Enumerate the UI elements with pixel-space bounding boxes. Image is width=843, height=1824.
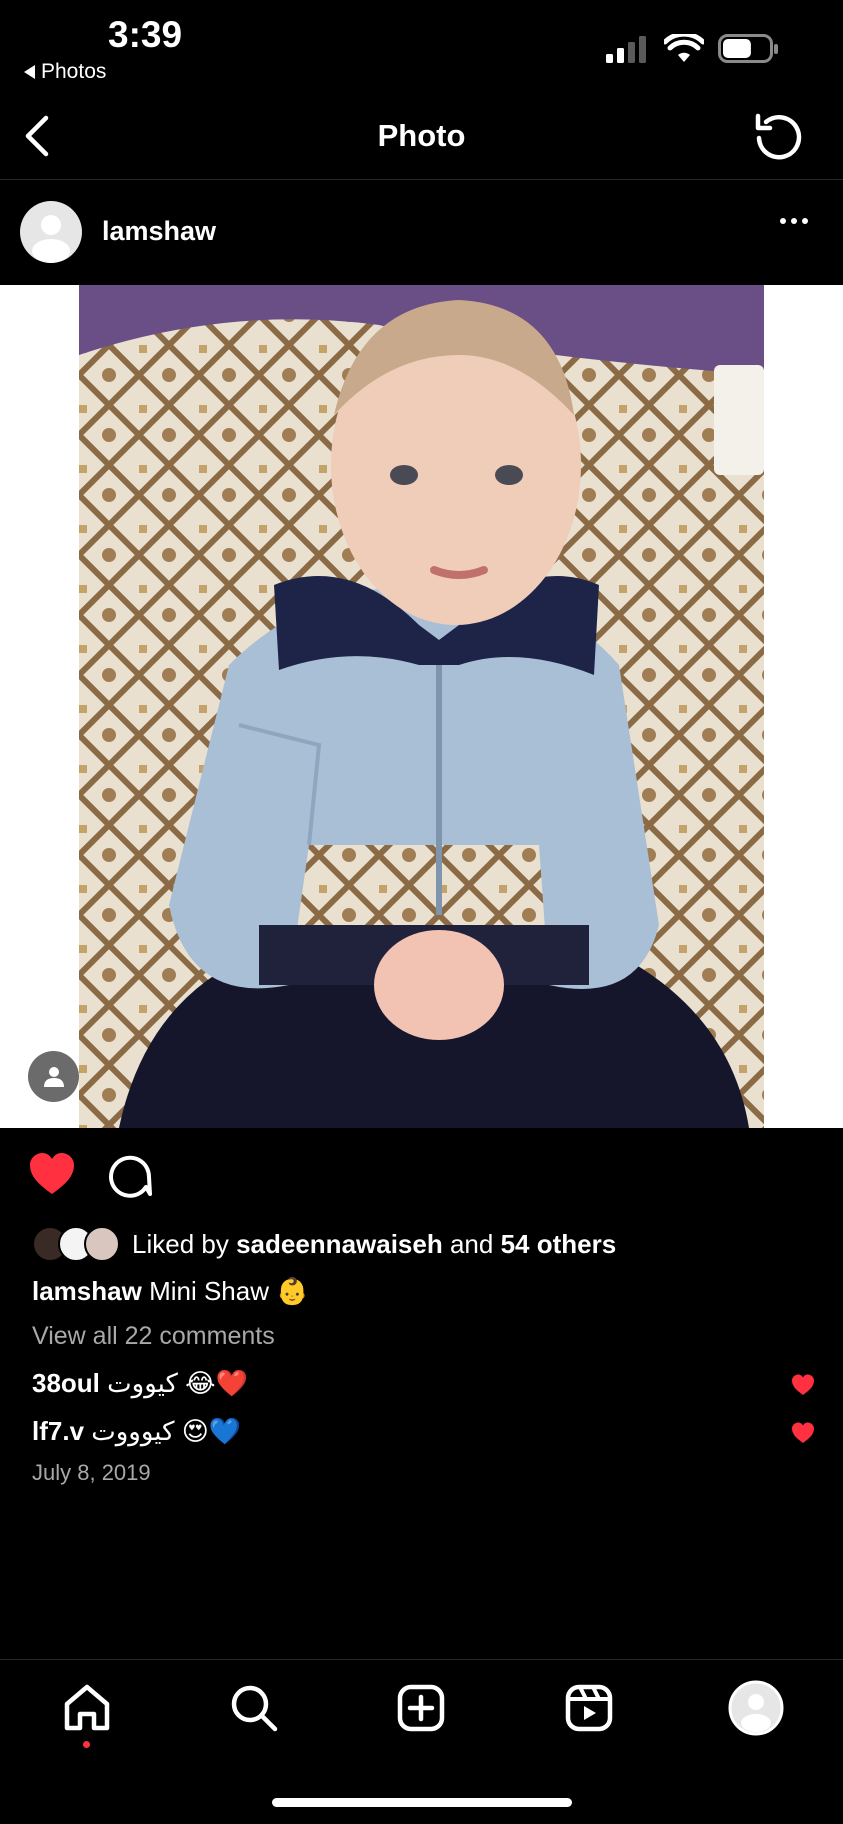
reels-icon[interactable]: [561, 1680, 617, 1736]
likes-others[interactable]: 54 others: [501, 1229, 617, 1259]
post-username[interactable]: lamshaw: [102, 216, 216, 247]
comment-username[interactable]: 38oul: [32, 1368, 100, 1398]
liker-avatar: [84, 1226, 120, 1262]
page-title: Photo: [377, 118, 466, 153]
search-icon[interactable]: [226, 1680, 282, 1736]
baby-photo-image: [79, 285, 764, 1128]
comment-row: 38oul كيووت 😂❤️: [32, 1368, 248, 1399]
likes-text: Liked by sadeennawaiseh and 54 others: [132, 1229, 616, 1260]
heart-icon[interactable]: [28, 1152, 76, 1196]
signal-icon: [606, 36, 646, 63]
comment-text: كيوووت 😍💙: [91, 1416, 242, 1446]
avatar[interactable]: [20, 201, 82, 263]
home-indicator: [272, 1798, 572, 1807]
search-glyph: [231, 1685, 278, 1732]
comment-username[interactable]: lf7.v: [32, 1416, 84, 1446]
battery-icon: [718, 34, 778, 63]
back-triangle-icon: [24, 65, 35, 79]
back-app-label: Photos: [41, 60, 107, 83]
likes-row[interactable]: Liked by sadeennawaiseh and 54 others: [32, 1226, 616, 1262]
comment-heart-icon[interactable]: [791, 1422, 815, 1444]
back-to-app-link[interactable]: Photos: [24, 60, 106, 84]
refresh-icon[interactable]: [752, 110, 804, 162]
header-divider: [0, 179, 843, 180]
user-tag-icon[interactable]: [28, 1051, 79, 1102]
default-avatar-icon: [32, 215, 70, 263]
comment-heart-icon[interactable]: [791, 1374, 815, 1396]
view-all-comments-link[interactable]: View all 22 comments: [32, 1322, 275, 1351]
home-glyph: [64, 1684, 110, 1731]
caption-username[interactable]: lamshaw: [32, 1276, 142, 1306]
caption: lamshaw Mini Shaw 👶: [32, 1276, 309, 1307]
liked-by-user[interactable]: sadeennawaiseh: [236, 1229, 443, 1259]
more-icon[interactable]: [780, 218, 808, 224]
post-photo[interactable]: [79, 285, 764, 1128]
reels-glyph: [565, 1684, 613, 1732]
post-date: July 8, 2019: [32, 1460, 151, 1485]
likes-prefix: Liked by: [132, 1228, 229, 1259]
create-icon[interactable]: [393, 1680, 449, 1736]
create-glyph: [397, 1684, 445, 1732]
person-icon: [43, 1066, 64, 1087]
status-time: 3:39: [108, 14, 183, 55]
likes-and: and: [449, 1228, 494, 1259]
caption-text: Mini Shaw 👶: [149, 1276, 309, 1306]
profile-icon[interactable]: [728, 1680, 784, 1736]
wifi-icon: [664, 34, 704, 62]
home-icon[interactable]: [59, 1680, 115, 1736]
profile-avatar-glyph: [728, 1680, 784, 1736]
comment-row: lf7.v كيوووت 😍💙: [32, 1416, 241, 1447]
comment-text: كيووت 😂❤️: [107, 1368, 248, 1398]
comment-icon[interactable]: [108, 1154, 152, 1198]
tabbar-divider: [0, 1659, 843, 1660]
active-tab-dot: [83, 1741, 90, 1748]
